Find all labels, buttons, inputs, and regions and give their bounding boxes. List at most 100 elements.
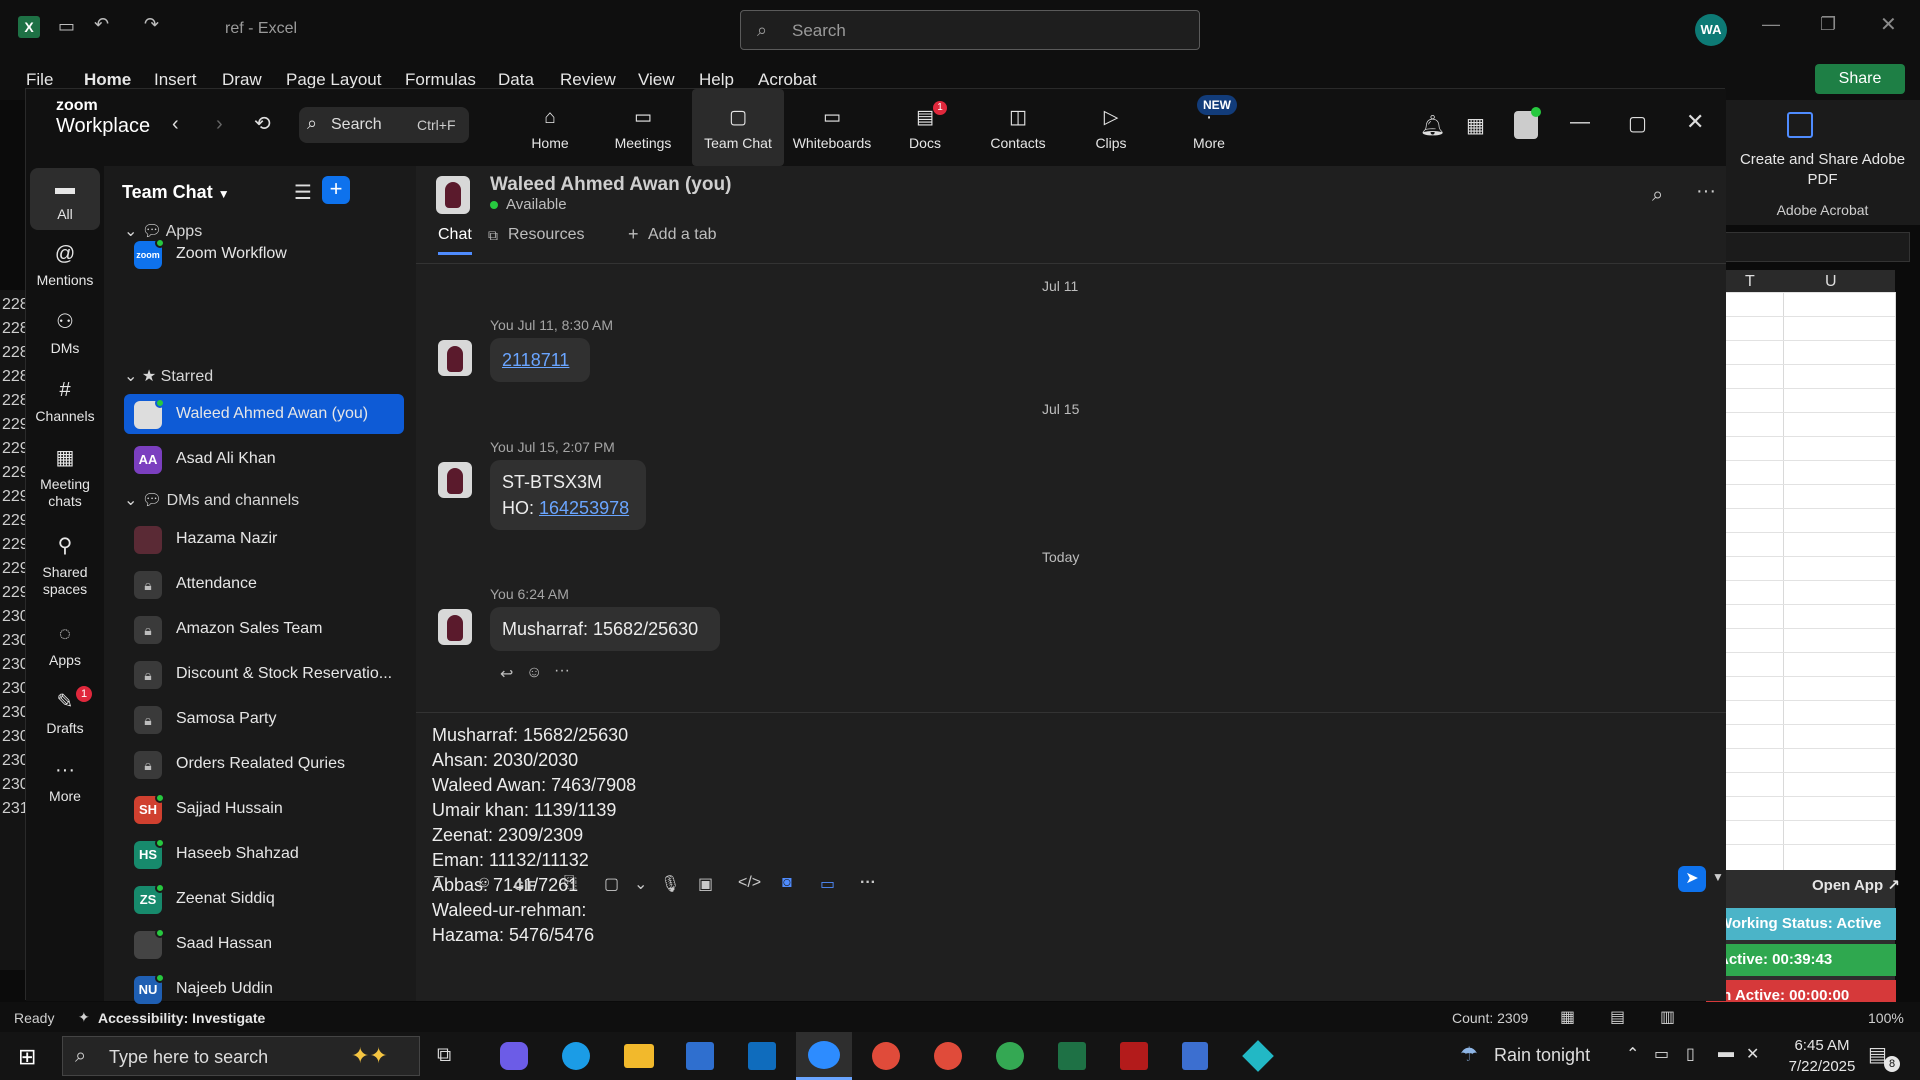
- excel-search-box[interactable]: ⌕ Search: [740, 10, 1200, 50]
- message-bubble[interactable]: 2118711: [490, 338, 590, 382]
- filezilla-icon[interactable]: [1120, 1042, 1148, 1070]
- excel-taskbar-icon[interactable]: [1058, 1042, 1086, 1070]
- sidebar-item-discount[interactable]: 🔒︎ Discount & Stock Reservatio...: [124, 654, 404, 694]
- maximize-icon[interactable]: ▢: [1628, 111, 1647, 136]
- message-bubble[interactable]: ST-BTSX3M HO: 164253978: [490, 460, 646, 530]
- emoji-icon[interactable]: ☺: [476, 874, 492, 892]
- minimize-icon[interactable]: —: [1570, 111, 1590, 134]
- formula-bar[interactable]: [1725, 232, 1910, 262]
- zoom-search[interactable]: ⌕ Search Ctrl+F: [299, 107, 469, 143]
- sidebar-item-hazama[interactable]: Hazama Nazir: [124, 519, 404, 559]
- message-link[interactable]: 164253978: [539, 498, 629, 518]
- ribbon-tab-page-layout[interactable]: Page Layout: [286, 70, 381, 90]
- nav-home[interactable]: ⌂ Home: [504, 89, 596, 166]
- new-chat-button[interactable]: +: [322, 176, 350, 204]
- excel-close-icon[interactable]: ✕: [1880, 12, 1897, 37]
- microphone-icon[interactable]: 🎙: [660, 874, 680, 894]
- gif-icon[interactable]: GIF: [514, 878, 536, 893]
- sidebar-item-orders[interactable]: 🔒︎ Orders Realated Quries: [124, 744, 404, 784]
- tab-resources[interactable]: Resources: [508, 226, 584, 244]
- message-composer[interactable]: Musharraf: 15682/25630 Ahsan: 2030/2030 …: [416, 712, 1726, 1001]
- chrome-icon[interactable]: [872, 1042, 900, 1070]
- calendar-icon[interactable]: ▦: [1466, 113, 1485, 138]
- rail-apps[interactable]: ◌ Apps: [30, 622, 100, 669]
- battery-icon[interactable]: ▯: [1686, 1044, 1695, 1064]
- excel-restore-icon[interactable]: ❐: [1820, 14, 1836, 35]
- message-avatar[interactable]: [438, 340, 472, 376]
- sidebar-item-amazon-sales[interactable]: 🔒︎ Amazon Sales Team: [124, 609, 404, 649]
- chrome-profile-icon[interactable]: [934, 1042, 962, 1070]
- send-button[interactable]: ➤: [1678, 866, 1706, 892]
- redo-icon[interactable]: ↷: [144, 14, 159, 35]
- open-app-link[interactable]: Open App ↗: [1812, 876, 1900, 894]
- sidebar-item-samosa[interactable]: 🔒︎ Samosa Party: [124, 699, 404, 739]
- message-avatar[interactable]: [438, 462, 472, 498]
- excel-user-avatar[interactable]: WA: [1695, 14, 1727, 46]
- more-options-icon[interactable]: ···: [1696, 180, 1716, 203]
- sidebar-item-haseeb[interactable]: HS Haseeb Shahzad: [124, 834, 404, 874]
- tab-add[interactable]: Add a tab: [648, 226, 717, 244]
- ribbon-tab-view[interactable]: View: [638, 70, 675, 90]
- video-message-icon[interactable]: ▣: [698, 874, 713, 894]
- network-icon[interactable]: ▭: [1654, 1044, 1669, 1064]
- nav-clips[interactable]: ▷ Clips: [1065, 89, 1157, 166]
- emoji-reaction-icon[interactable]: ☺: [526, 664, 542, 682]
- file-explorer-icon[interactable]: [624, 1044, 654, 1068]
- rail-all[interactable]: ▬ All: [30, 168, 100, 230]
- page-layout-view-icon[interactable]: ▤: [1610, 1007, 1625, 1027]
- task-view-icon[interactable]: ⧉: [437, 1044, 451, 1067]
- column-header-u[interactable]: U: [1825, 273, 1837, 291]
- edge-icon[interactable]: [562, 1042, 590, 1070]
- accessibility-status[interactable]: Accessibility: Investigate: [98, 1010, 265, 1026]
- section-dms-channels[interactable]: ⌄ 💬︎ DMs and channels: [124, 490, 299, 510]
- volume-mute-icon[interactable]: ✕: [1746, 1044, 1759, 1064]
- send-options-icon[interactable]: ▼: [1712, 870, 1724, 884]
- screenshot-dropdown-icon[interactable]: ⌄: [634, 874, 647, 894]
- nav-meetings[interactable]: ▭ Meetings: [597, 89, 689, 166]
- share-button[interactable]: Share: [1815, 64, 1905, 94]
- nav-whiteboards[interactable]: ▭ Whiteboards: [786, 89, 878, 166]
- rail-drafts[interactable]: ✎ Drafts 1: [30, 686, 100, 737]
- search-icon[interactable]: ⌕: [1652, 184, 1663, 207]
- taskbar-zoom[interactable]: [796, 1032, 852, 1080]
- store-icon[interactable]: [686, 1042, 714, 1070]
- rail-channels[interactable]: # Channels: [30, 378, 100, 425]
- chrome-alt-icon[interactable]: [996, 1042, 1024, 1070]
- outlook-icon[interactable]: [748, 1042, 776, 1070]
- app-icon[interactable]: [1242, 1040, 1274, 1072]
- column-header-t[interactable]: T: [1745, 273, 1755, 291]
- page-break-view-icon[interactable]: ▥: [1660, 1007, 1675, 1027]
- sidebar-item-asad[interactable]: AA Asad Ali Khan: [124, 439, 404, 479]
- history-icon[interactable]: ⟲: [254, 111, 271, 136]
- notifications-bell-icon[interactable]: 🔔︎: [1420, 113, 1445, 138]
- nav-contacts[interactable]: ◫ Contacts: [972, 89, 1064, 166]
- ribbon-tab-review[interactable]: Review: [560, 70, 616, 90]
- section-starred[interactable]: ⌄ ★ Starred: [124, 366, 213, 386]
- rail-shared-spaces[interactable]: ⚲ Shared spaces: [30, 534, 100, 598]
- create-share-pdf-button[interactable]: Create and Share Adobe PDF: [1725, 150, 1920, 190]
- windows-start-icon[interactable]: ⊞: [18, 1044, 36, 1070]
- weather-text[interactable]: Rain tonight: [1494, 1045, 1590, 1066]
- file-icon[interactable]: ⎘: [564, 874, 577, 892]
- reply-icon[interactable]: ↩: [500, 664, 513, 684]
- sidebar-item-sajjad[interactable]: SH Sajjad Hussain: [124, 789, 404, 829]
- rail-meeting-chats[interactable]: ▦ Meeting chats: [30, 446, 100, 510]
- close-icon[interactable]: ✕: [1686, 109, 1704, 135]
- calculator-icon[interactable]: [1182, 1042, 1208, 1070]
- ribbon-tab-home[interactable]: Home: [84, 70, 131, 90]
- format-text-icon[interactable]: T: [434, 874, 444, 892]
- save-icon[interactable]: ▭: [58, 16, 75, 37]
- chat-title[interactable]: Waleed Ahmed Awan (you): [490, 174, 731, 196]
- chat-avatar[interactable]: [436, 176, 470, 214]
- nav-docs[interactable]: ▤ Docs 1: [879, 89, 971, 166]
- sidebar-title[interactable]: Team Chat ▼: [122, 182, 230, 203]
- screenshot-icon[interactable]: ▢: [604, 874, 619, 894]
- clock-time[interactable]: 6:45 AM: [1782, 1037, 1862, 1054]
- ribbon-tab-help[interactable]: Help: [699, 70, 734, 90]
- ribbon-tab-insert[interactable]: Insert: [154, 70, 197, 90]
- back-arrow-icon[interactable]: ‹: [172, 113, 179, 136]
- ribbon-tab-data[interactable]: Data: [498, 70, 534, 90]
- sidebar-item-waleed[interactable]: Waleed Ahmed Awan (you): [124, 394, 404, 434]
- ribbon-tab-acrobat[interactable]: Acrobat: [758, 70, 817, 90]
- undo-icon[interactable]: ↶: [94, 14, 109, 35]
